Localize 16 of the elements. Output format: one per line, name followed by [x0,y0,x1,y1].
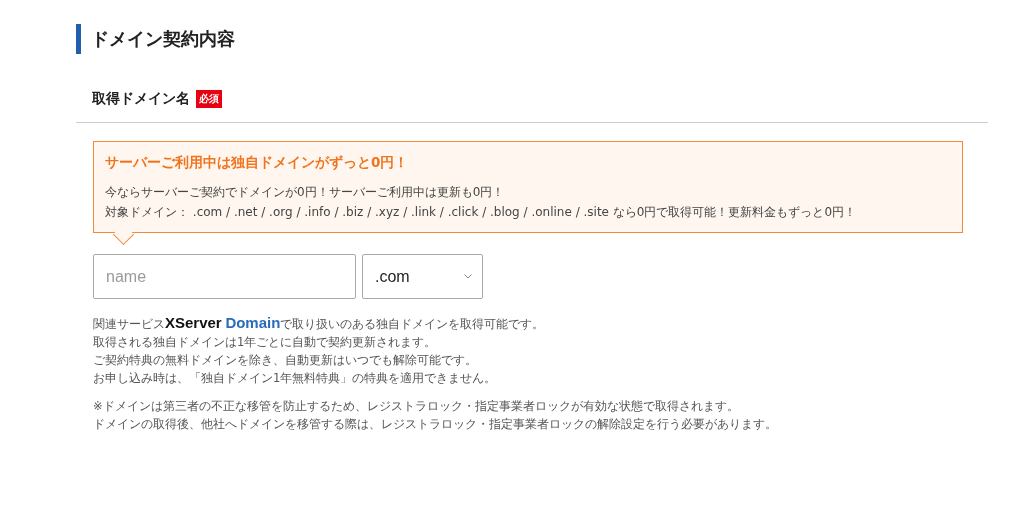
note-text: 取得される独自ドメインは1年ごとに自動で契約更新されます。 [93,334,438,351]
caution-text: ※ドメインは第三者の不正な移管を防止するため、レジストラロック・指定事業者ロックが有効な状態で取得されます。 [93,398,740,415]
domain-name-field[interactable]: name [93,254,356,299]
required-badge: 必須 [196,90,222,108]
section-title: ドメイン契約内容 [91,27,235,51]
note-text: 関連サービスXServer Domainで取り扱いのある独自ドメインを取得可能です。 [93,314,546,333]
notice-text: 対象ドメイン： .com / .net / .org / .info / .biz / .xyz / .link / .click / .blog / .online / .site なら0円で取得可能！更新料金もずっと0円！ [105,204,858,221]
heading-accent-bar [76,24,81,54]
note-text: お申し込み時は、「独自ドメイン1年無料特典」の特典を適用できません。 [93,370,498,387]
caret-icon [464,274,472,279]
notice-text: 今ならサーバーご契約でドメインが0円！サーバーご利用中は更新も0円！ [105,184,506,201]
tld-dropdown[interactable]: .com [362,254,483,299]
notice-title: サーバーご利用中は独自ドメインがずっと0円！ [105,154,410,172]
caution-text: ドメインの取得後、他社へドメインを移管する際は、レジストラロック・指定事業者ロックの解除設定を行う必要があります。 [93,416,778,433]
note-text: ご契約特典の無料ドメインを除き、自動更新はいつでも解除可能です。 [93,352,478,369]
field-label: 取得ドメイン名 [92,90,190,108]
